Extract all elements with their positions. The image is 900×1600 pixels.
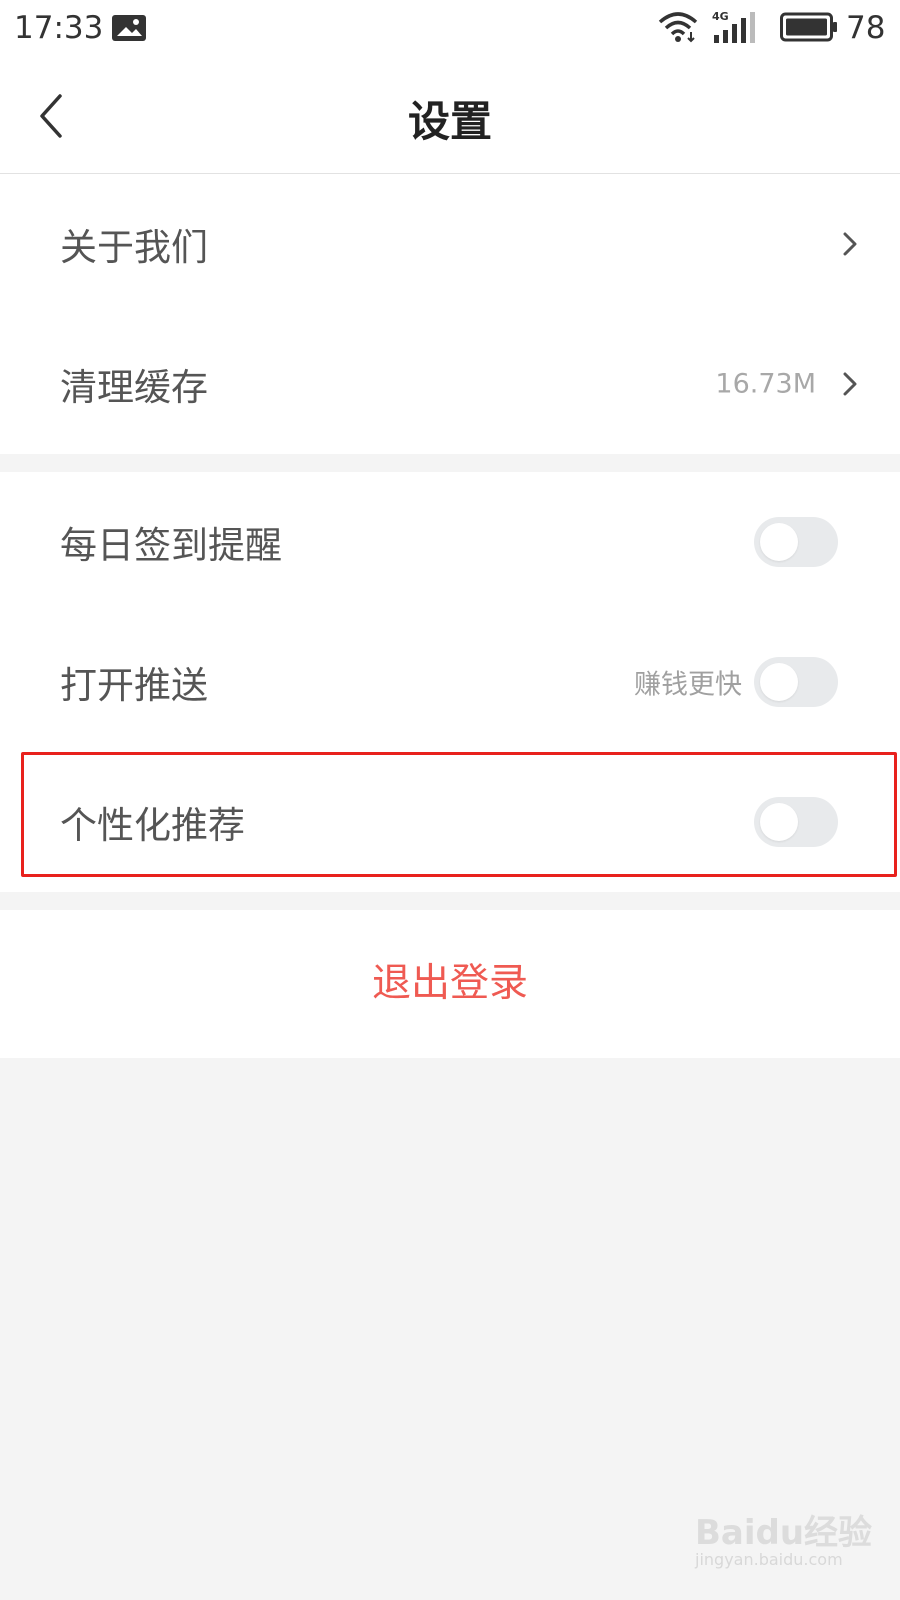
settings-row-push-notifications: 打开推送 赚钱更快: [0, 612, 900, 752]
battery-icon: [780, 12, 837, 42]
cellular-signal-icon: 4G: [712, 10, 755, 43]
battery-level: 78: [846, 10, 886, 46]
row-label: 清理缓存: [60, 366, 208, 409]
status-time: 17:33: [14, 10, 104, 46]
chevron-right-icon: [843, 232, 857, 256]
navigation-bar: 设置: [0, 58, 900, 174]
row-label: 关于我们: [60, 226, 208, 269]
daily-checkin-reminder-toggle[interactable]: [754, 517, 838, 567]
watermark-url: jingyan.baidu.com: [695, 1550, 843, 1569]
cache-size-value: 16.73M: [715, 368, 816, 400]
settings-row-clear-cache[interactable]: 清理缓存 16.73M: [0, 314, 900, 454]
network-type-label: 4G: [712, 10, 729, 23]
row-label: 个性化推荐: [60, 804, 245, 847]
image-notification-icon: [112, 15, 146, 41]
chevron-right-icon: [843, 372, 857, 396]
status-bar: 17:33 4G 78: [0, 0, 900, 58]
settings-group-notifications: 每日签到提醒 打开推送 赚钱更快 个性化推荐: [0, 472, 900, 892]
page-title: 设置: [407, 97, 492, 146]
row-label: 打开推送: [60, 664, 208, 707]
settings-row-daily-checkin-reminder: 每日签到提醒: [0, 472, 900, 612]
toggle-knob: [760, 663, 798, 701]
push-notifications-toggle[interactable]: [754, 657, 838, 707]
toggle-knob: [760, 803, 798, 841]
settings-row-about-us[interactable]: 关于我们: [0, 174, 900, 314]
wifi-icon: [658, 12, 698, 43]
push-hint-text: 赚钱更快: [634, 669, 742, 701]
personalized-recommendation-toggle[interactable]: [754, 797, 838, 847]
toggle-knob: [760, 523, 798, 561]
watermark-logo: Baidu经验: [695, 1513, 873, 1553]
settings-group-general: 关于我们 清理缓存 16.73M: [0, 174, 900, 454]
row-label: 每日签到提醒: [60, 524, 282, 567]
settings-row-personalized-recommendation: 个性化推荐: [0, 752, 900, 892]
logout-button[interactable]: 退出登录: [0, 910, 900, 1058]
